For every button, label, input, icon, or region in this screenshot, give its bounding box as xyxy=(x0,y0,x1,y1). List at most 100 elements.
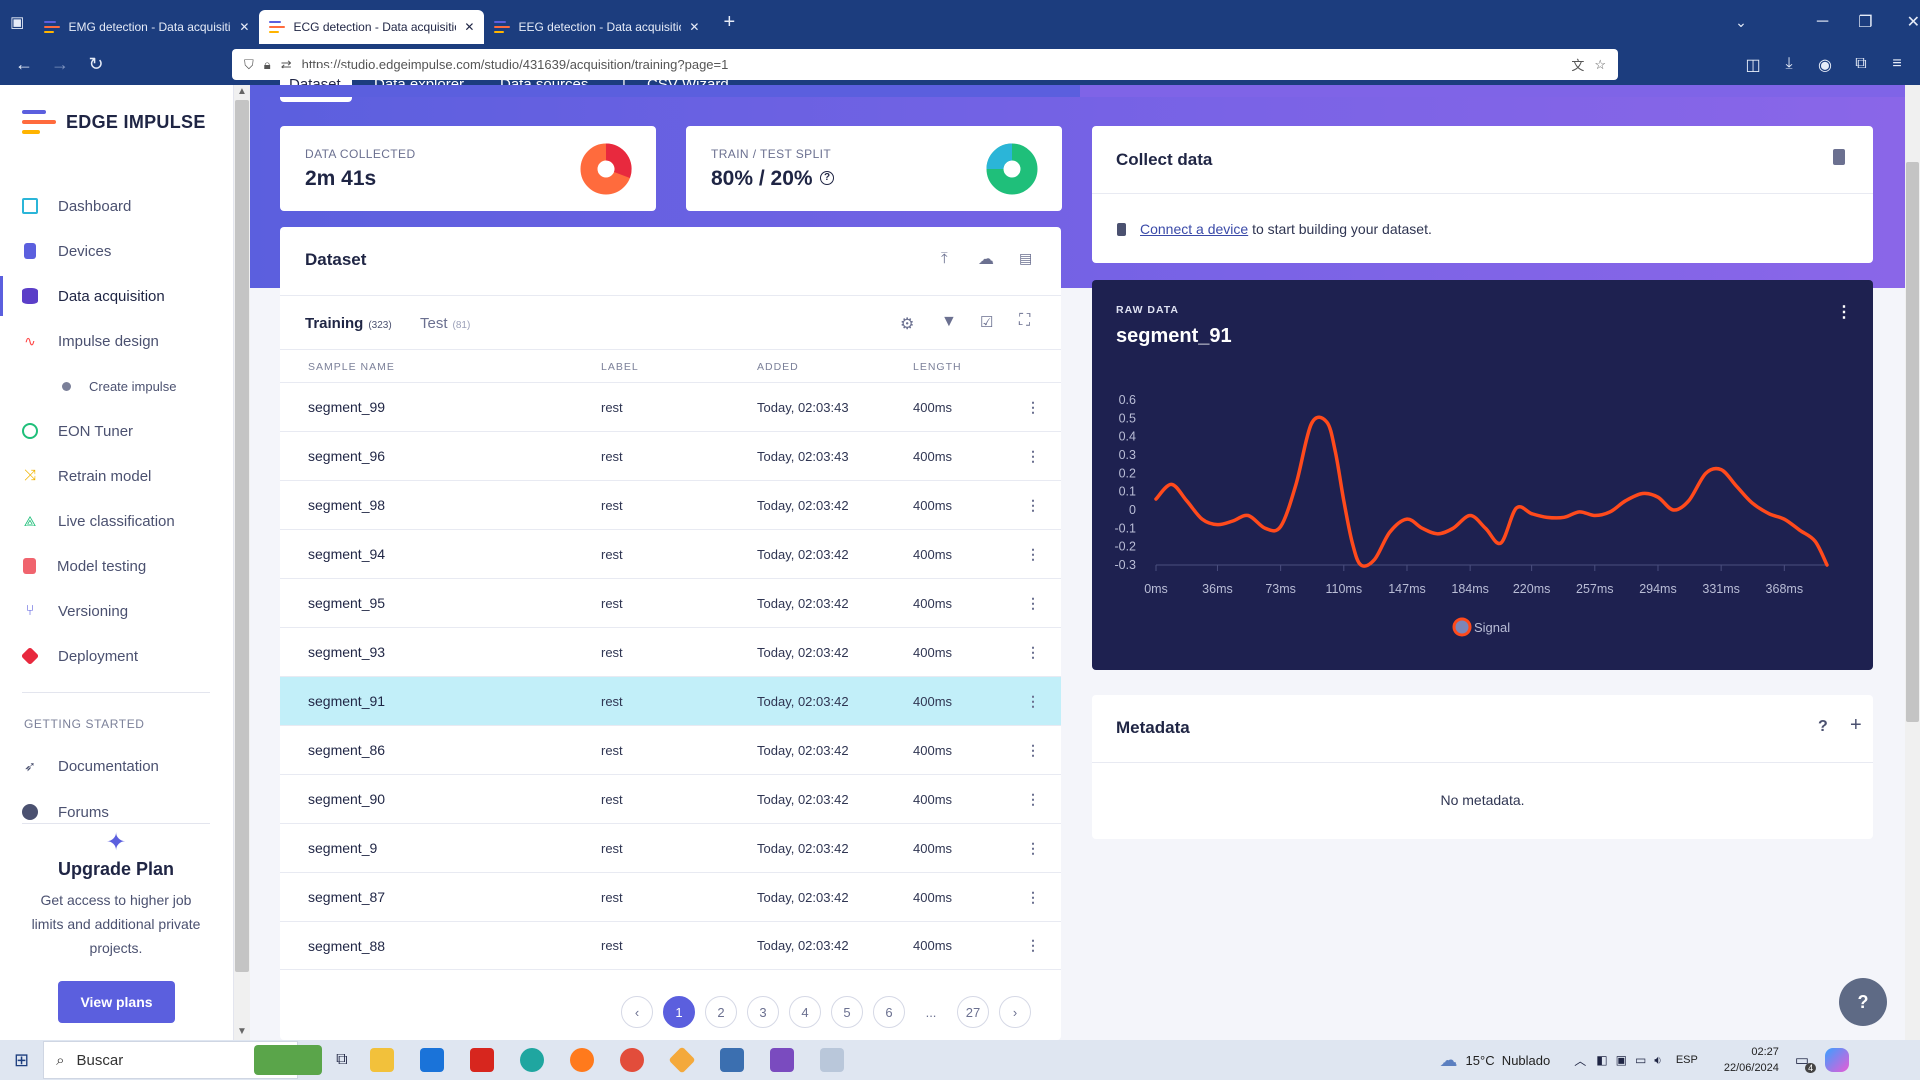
table-row[interactable]: segment_9 rest Today, 02:03:42 400ms ⋮ xyxy=(280,823,1061,872)
expand-icon[interactable]: ⛶ xyxy=(1019,312,1030,330)
back-icon[interactable]: ← xyxy=(6,54,42,75)
table-row[interactable]: segment_99 rest Today, 02:03:43 400ms ⋮ xyxy=(280,382,1061,431)
table-row[interactable]: segment_86 rest Today, 02:03:42 400ms ⋮ xyxy=(280,725,1061,774)
sidebar-item-live-classification[interactable]: ⟁ Live classification xyxy=(0,501,224,541)
page-5-button[interactable]: 5 xyxy=(831,996,863,1028)
mail-icon[interactable] xyxy=(419,1048,444,1072)
table-row[interactable]: segment_93 rest Today, 02:03:42 400ms ⋮ xyxy=(280,627,1061,676)
browser-tab-ecg[interactable]: ECG detection - Data acquisitio ✕ xyxy=(259,10,485,44)
table-row[interactable]: segment_88 rest Today, 02:03:42 400ms ⋮ xyxy=(280,921,1061,970)
row-menu-icon[interactable]: ⋮ xyxy=(1026,546,1040,563)
weather-cloud-icon[interactable]: ☁ xyxy=(1440,1050,1458,1071)
firefox-icon[interactable] xyxy=(569,1048,594,1072)
column-header-label[interactable]: LABEL xyxy=(601,361,639,373)
row-menu-icon[interactable]: ⋮ xyxy=(1026,693,1040,710)
close-tab-icon[interactable]: ✕ xyxy=(464,20,474,34)
close-window-icon[interactable]: ✕ xyxy=(1907,12,1920,32)
sidebar-item-deployment[interactable]: Deployment xyxy=(0,636,224,676)
edge-browser-icon[interactable] xyxy=(519,1048,544,1072)
scroll-down-icon[interactable]: ▼ xyxy=(237,1026,247,1037)
table-row[interactable]: segment_90 rest Today, 02:03:42 400ms ⋮ xyxy=(280,774,1061,823)
page-6-button[interactable]: 6 xyxy=(873,996,905,1028)
file-explorer-icon[interactable] xyxy=(369,1048,394,1072)
clock[interactable]: 02:27 22/06/2024 xyxy=(1724,1044,1779,1076)
menu-icon[interactable]: ≡ xyxy=(1879,55,1915,75)
tab-list-chevron-icon[interactable]: ⌄ xyxy=(1735,14,1747,31)
scroll-up-icon[interactable]: ▲ xyxy=(237,86,247,97)
translate-icon[interactable]: 文 xyxy=(1571,55,1584,74)
pocket-icon[interactable]: ◫ xyxy=(1735,55,1771,75)
upload-icon[interactable]: ⤒ xyxy=(941,250,948,267)
acrobat-icon[interactable] xyxy=(469,1048,494,1072)
export-file-icon[interactable]: ▤ xyxy=(1019,250,1032,267)
app-diamond-icon[interactable] xyxy=(667,1046,696,1074)
next-page-icon[interactable]: › xyxy=(999,996,1031,1028)
page-2-button[interactable]: 2 xyxy=(705,996,737,1028)
help-icon[interactable]: ? xyxy=(1818,718,1828,736)
column-header-sample-name[interactable]: SAMPLE NAME xyxy=(308,361,395,373)
reload-icon[interactable]: ↻ xyxy=(78,54,114,75)
tray-chevron-icon[interactable]: ︿ xyxy=(1574,1052,1586,1069)
row-menu-icon[interactable]: ⋮ xyxy=(1026,742,1040,759)
windows-start-icon[interactable]: ⊞ xyxy=(14,1050,29,1071)
weather-text[interactable]: 15°C Nublado xyxy=(1466,1053,1551,1068)
tray-display-icon[interactable]: ▭ xyxy=(1635,1053,1646,1067)
brand-logo[interactable]: EDGE IMPULSE xyxy=(22,110,206,134)
language-indicator[interactable]: ESP xyxy=(1676,1054,1698,1066)
sidebar-item-model-testing[interactable]: Model testing xyxy=(0,546,224,586)
tray-volume-icon[interactable]: 🔉︎ xyxy=(1654,1053,1662,1068)
page-4-button[interactable]: 4 xyxy=(789,996,821,1028)
lock-icon[interactable]: 🔒︎ xyxy=(264,57,271,73)
sidebar-item-dashboard[interactable]: Dashboard xyxy=(0,186,224,226)
account-icon[interactable]: ◉ xyxy=(1807,55,1843,75)
sidebar-item-create-impulse[interactable]: Create impulse xyxy=(0,366,224,406)
row-menu-icon[interactable]: ⋮ xyxy=(1026,644,1040,661)
close-tab-icon[interactable]: ✕ xyxy=(689,20,699,34)
copilot-icon[interactable] xyxy=(1825,1048,1850,1072)
shield-icon[interactable]: ⛉ xyxy=(244,57,254,73)
column-header-added[interactable]: ADDED xyxy=(757,361,799,373)
add-metadata-icon[interactable]: + xyxy=(1850,714,1862,737)
row-menu-icon[interactable]: ⋮ xyxy=(1026,937,1040,954)
sidebar-item-impulse-design[interactable]: ∿ Impulse design xyxy=(0,321,224,361)
filter-icon[interactable]: ▼ xyxy=(941,313,957,331)
sidebar-item-devices[interactable]: Devices xyxy=(0,231,224,271)
browser-tab-emg[interactable]: EMG detection - Data acquisitio ✕ xyxy=(34,10,259,44)
chrome-icon[interactable] xyxy=(619,1048,644,1072)
row-menu-icon[interactable]: ⋮ xyxy=(1026,889,1040,906)
prev-page-icon[interactable]: ‹ xyxy=(621,996,653,1028)
task-view-icon[interactable]: ⧉ xyxy=(336,1051,347,1069)
tab-overview-icon[interactable]: ▣ xyxy=(0,13,34,31)
sidebar-item-eon-tuner[interactable]: EON Tuner xyxy=(0,411,224,451)
downloads-icon[interactable]: ⤓ xyxy=(1771,55,1807,75)
close-tab-icon[interactable]: ✕ xyxy=(239,20,249,34)
help-icon[interactable]: ? xyxy=(820,171,834,185)
sidebar-item-documentation[interactable]: ➶ Documentation xyxy=(0,746,224,786)
device-chip-icon[interactable] xyxy=(1833,149,1845,165)
tab-training[interactable]: Training (323) xyxy=(305,315,392,332)
minimize-icon[interactable]: ─ xyxy=(1817,13,1828,31)
row-menu-icon[interactable]: ⋮ xyxy=(1026,791,1040,808)
view-plans-button[interactable]: View plans xyxy=(58,981,175,1023)
settings-view-icon[interactable]: ⚙ xyxy=(900,314,914,334)
new-tab-icon[interactable]: + xyxy=(723,11,735,34)
python-idle-icon[interactable] xyxy=(719,1048,744,1072)
table-row[interactable]: segment_94 rest Today, 02:03:42 400ms ⋮ xyxy=(280,529,1061,578)
page-scrollbar-thumb[interactable] xyxy=(1906,162,1919,722)
table-row-selected[interactable]: segment_91 rest Today, 02:03:42 400ms ⋮ xyxy=(280,676,1061,725)
tray-network-icon[interactable]: ▣ xyxy=(1616,1053,1627,1067)
select-checkbox-icon[interactable]: ☑ xyxy=(980,313,993,331)
landscape-widget-icon[interactable] xyxy=(254,1045,323,1075)
tab-test[interactable]: Test (81) xyxy=(420,315,470,332)
url-text[interactable]: https://studio.edgeimpulse.com/studio/43… xyxy=(302,57,1562,72)
sidebar-item-versioning[interactable]: ⑂ Versioning xyxy=(0,591,224,631)
row-menu-icon[interactable]: ⋮ xyxy=(1026,840,1040,857)
sidebar-scrollbar-thumb[interactable] xyxy=(235,100,249,972)
row-menu-icon[interactable]: ⋮ xyxy=(1026,399,1040,416)
table-row[interactable]: segment_96 rest Today, 02:03:43 400ms ⋮ xyxy=(280,431,1061,480)
tray-camera-icon[interactable]: ◧ xyxy=(1596,1053,1607,1067)
sidebar-item-retrain-model[interactable]: ⤨ Retrain model xyxy=(0,456,224,496)
browser-tab-eeg[interactable]: EEG detection - Data acquisitio ✕ xyxy=(484,10,709,44)
paint-icon[interactable] xyxy=(819,1048,844,1072)
help-chat-button[interactable]: ? xyxy=(1839,978,1887,1026)
